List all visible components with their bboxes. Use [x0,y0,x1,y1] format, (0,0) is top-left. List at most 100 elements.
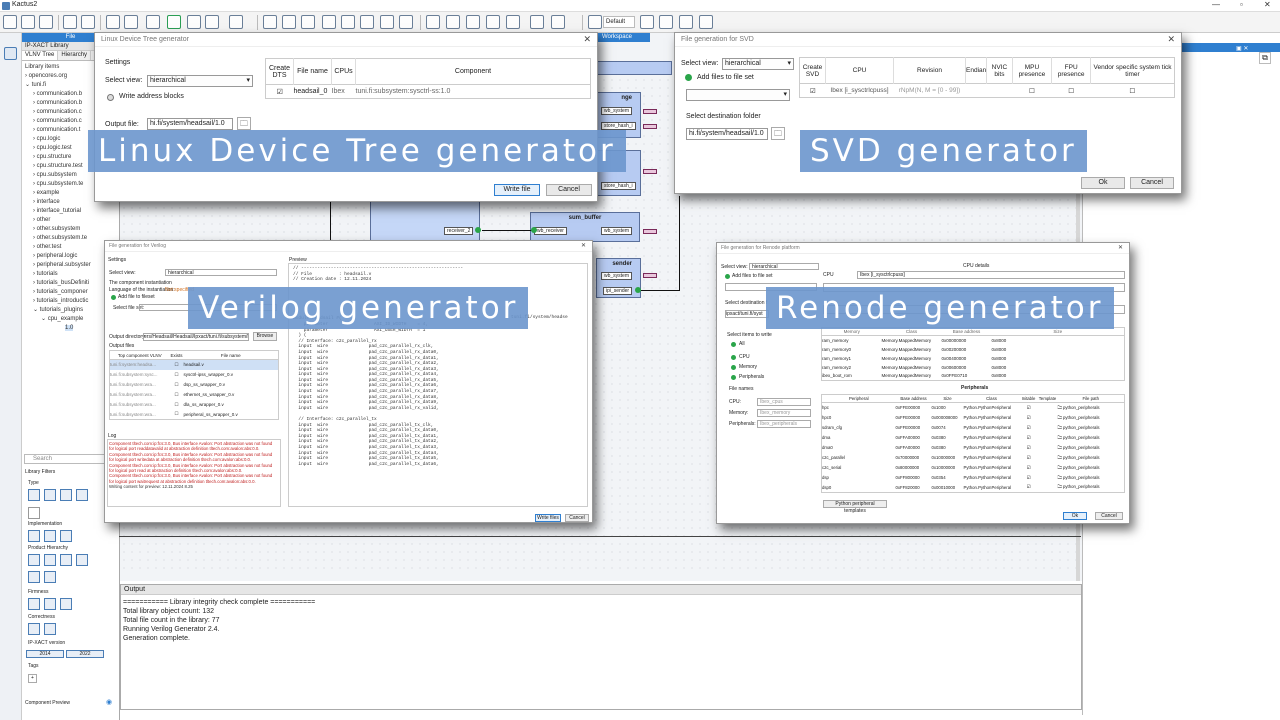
mpu-checkbox[interactable]: ☐ [1012,84,1052,98]
memory-row[interactable]: ram_memory1 Memory.MappedMemory 0x00400000… [822,354,1125,363]
tree-item[interactable]: ⌄ cpu_example [25,315,116,324]
generator-plugins-icon[interactable] [229,15,243,29]
dts-file-name[interactable]: headsail_0 [294,85,332,99]
peripheral-row[interactable]: dsp0 0xFF820000 0x00010000 Python.PythonPer… [822,483,1125,493]
valid-filter-icon[interactable] [28,623,40,635]
flat-filter-icon[interactable] [28,554,40,566]
save-all-icon[interactable] [39,15,53,29]
bus-port-icon[interactable] [643,229,657,234]
version-2014-toggle[interactable]: 2014 [26,650,64,658]
sticky-note-icon[interactable] [399,15,413,29]
template-filter-icon[interactable] [28,598,40,610]
dialog-close-icon[interactable]: ✕ [1118,244,1123,251]
file-row[interactable]: tuni.fi:subsystem:sysc... ☐ sysctrl-ipss_w… [110,370,279,380]
tree-item[interactable]: › tutorials_busDefiniti [25,279,116,288]
output-dir-input[interactable]: ers/Headsail/Headsail/Ipxact/tuni.fi/sub… [143,333,249,341]
integrity-icon[interactable] [146,15,160,29]
select-view-dropdown[interactable]: hierarchical [749,263,819,270]
write-address-radio[interactable] [107,94,114,101]
select-view-dropdown[interactable]: hierarchical [147,75,253,87]
zoom-in-icon[interactable] [426,15,440,29]
bus-port-icon[interactable] [643,109,657,114]
memory-row[interactable]: ram_memory0 Memory.MappedMemory 0x00200000… [822,345,1125,354]
tree-item[interactable]: › tutorials_introductic [25,297,116,306]
connection-endpoint-icon[interactable] [635,287,641,293]
tree-item[interactable]: › tutorials_componer [25,288,116,297]
bus-port-icon[interactable] [643,273,657,278]
cancel-button[interactable]: Cancel [565,514,589,522]
info-icon[interactable] [699,15,713,29]
panel-float-icon[interactable]: ⧉ [1259,52,1271,64]
peripheral-row[interactable]: dma 0xFFA00000 0x0380 Python.PythonPeripher… [822,433,1125,443]
folder-icon[interactable]: 🗀 [237,117,251,130]
all-radio[interactable] [731,342,736,347]
visibility-icon[interactable] [506,15,520,29]
fpu-checkbox[interactable]: ☐ [1052,84,1091,98]
file-row[interactable]: tuni.fi:subsystem:wra... ☐ peripheral_ss_w… [110,410,279,420]
print-icon[interactable] [63,15,77,29]
zoom-out-icon[interactable] [446,15,460,29]
minimize-button[interactable]: — [1212,0,1220,9]
sw-filter-icon[interactable] [44,530,56,542]
python-templates-button[interactable]: Python peripheral templates [823,500,887,514]
tree-item[interactable]: › other.subsystem [25,225,116,234]
add-fileset-radio[interactable] [111,295,116,300]
save-icon[interactable] [21,15,35,29]
catalog-filter-icon[interactable] [76,489,88,501]
tree-item[interactable]: › interface_tutorial [25,207,116,216]
tree-item[interactable]: ⌄ tutorials_plugins [25,306,116,315]
peripheral-row[interactable]: c2c_serial 0x80000000 0x10000000 Python.Pyt… [822,463,1125,473]
tree-item[interactable]: › tutorials [25,270,116,279]
svd-nvic[interactable] [987,84,1012,98]
zoom-reset-icon[interactable] [486,15,500,29]
file-row[interactable]: tuni.fi:subsystem:wra... ☐ dla_ss_wrapper_… [110,400,279,410]
settings-icon[interactable] [640,15,654,29]
port-store-hash-2[interactable]: store_hash_i [601,182,636,190]
api-filter-icon[interactable] [28,507,40,519]
eye-icon[interactable]: ◉ [106,698,112,706]
cpu-filename-input[interactable]: Ibex_cpus [757,398,811,406]
tree-item[interactable]: › other [25,216,116,225]
create-svd-checkbox[interactable]: ☑ [800,84,826,98]
file-row[interactable]: tuni.fi:subsystem:wra... ☐ ethernet_ss_wra… [110,390,279,400]
connection-endpoint-icon[interactable] [531,227,537,233]
dialog-close-icon[interactable]: ✕ [1167,34,1175,45]
board-filter-icon[interactable] [60,554,72,566]
undo-icon[interactable] [187,15,201,29]
peripherals-filename-input[interactable]: Ibex_peripherals [757,420,811,428]
interface-tool-icon[interactable] [301,15,315,29]
svd-endian[interactable] [966,84,987,98]
new-icon[interactable] [3,15,17,29]
dest-input[interactable]: ipxact/tuni.fi/syst [725,310,769,318]
connection-endpoint-icon[interactable] [475,227,481,233]
library-sidebar-icon[interactable] [4,47,17,60]
export-icon[interactable] [81,15,95,29]
ip-filter-icon[interactable] [44,571,56,583]
select-view-dropdown[interactable]: hierarchical [722,58,794,70]
system-filter-icon[interactable] [60,530,72,542]
ok-button[interactable]: Ok [1063,512,1087,520]
fixed-filter-icon[interactable] [60,598,72,610]
peripheral-row[interactable]: hpc 0xFFE00000 0x1000 Python.PythonPeripher… [822,403,1125,413]
invalid-filter-icon[interactable] [44,623,56,635]
peripherals-radio[interactable] [731,375,736,380]
component-filter-icon[interactable] [28,489,40,501]
output-file-input[interactable]: hi.fi/system/headsail/1.0 [147,118,233,130]
svd-revision[interactable]: rNpM(N, M = [0 - 99]) [894,84,966,98]
select-view-dropdown[interactable]: hierarchical [165,269,277,276]
library-search-icon[interactable] [124,15,138,29]
version-2022-toggle[interactable]: 2022 [66,650,104,658]
peripheral-row[interactable]: c2c_parallel 0x70000000 0x10000000 Python.P… [822,453,1125,463]
panel-pin-icon[interactable]: ▣ ✕ [1236,45,1248,52]
port-ipi-sender[interactable]: ipi_sender [603,287,633,295]
port-wb-system-3[interactable]: wb_system [601,272,633,280]
tab-vlnv-tree[interactable]: VLNV Tree [22,51,59,60]
draft-tool-icon[interactable] [322,15,336,29]
port-wb-system[interactable]: wb_system [601,107,633,115]
memory-radio[interactable] [731,365,736,370]
maximize-button[interactable]: ▫ [1240,0,1243,9]
dest-folder-input[interactable]: hi.fi/system/headsail/1.0 [686,128,768,140]
comment-tool-icon[interactable] [360,15,374,29]
help-icon[interactable] [659,15,673,29]
fileset-dropdown[interactable] [686,89,790,101]
